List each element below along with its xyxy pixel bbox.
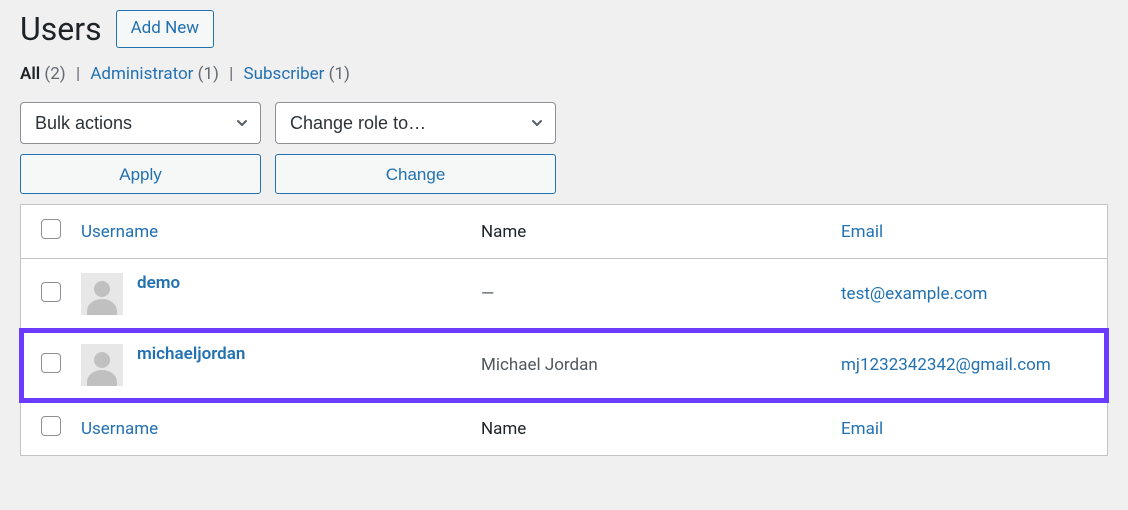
filter-subscriber-count: (1) <box>329 64 350 84</box>
table-row: michaeljordan Michael Jordanmj1232342342@… <box>21 330 1107 401</box>
filter-administrator-count: (1) <box>198 64 219 84</box>
separator: | <box>76 64 80 84</box>
filter-administrator-label: Administrator <box>90 64 193 84</box>
change-button[interactable]: Change <box>275 154 556 194</box>
filter-subscriber-label: Subscriber <box>244 64 325 84</box>
filter-all[interactable]: All (2) <box>20 64 70 84</box>
users-table: Username Name Email demo —test@example.co… <box>20 204 1108 456</box>
filter-links: All (2) | Administrator (1) | Subscriber… <box>20 64 1108 84</box>
apply-button[interactable]: Apply <box>20 154 261 194</box>
col-header-username[interactable]: Username <box>81 205 481 259</box>
avatar <box>81 273 123 315</box>
table-row: demo —test@example.com <box>21 259 1107 330</box>
filter-all-label: All <box>20 64 40 84</box>
col-footer-username[interactable]: Username <box>81 401 481 455</box>
name-cell: — <box>481 259 841 330</box>
add-new-button[interactable]: Add New <box>116 10 214 48</box>
email-cell: mj1232342342@gmail.com <box>841 330 1107 401</box>
avatar <box>81 344 123 386</box>
col-header-email[interactable]: Email <box>841 205 1107 259</box>
email-link[interactable]: test@example.com <box>841 284 987 304</box>
col-footer-email[interactable]: Email <box>841 401 1107 455</box>
col-header-name: Name <box>481 205 841 259</box>
filter-administrator[interactable]: Administrator (1) <box>90 64 223 84</box>
username-cell: michaeljordan <box>81 330 481 401</box>
row-checkbox[interactable] <box>41 282 61 302</box>
page-title: Users <box>20 10 102 48</box>
col-footer-name: Name <box>481 401 841 455</box>
row-checkbox[interactable] <box>41 353 61 373</box>
separator: | <box>229 64 233 84</box>
name-cell: Michael Jordan <box>481 330 841 401</box>
email-cell: test@example.com <box>841 259 1107 330</box>
filter-all-count: (2) <box>44 64 65 84</box>
change-role-select[interactable]: Change role to… <box>275 102 556 144</box>
filter-subscriber[interactable]: Subscriber (1) <box>244 64 350 84</box>
bulk-actions-select[interactable]: Bulk actions <box>20 102 261 144</box>
username-cell: demo <box>81 259 481 330</box>
select-all-checkbox-top[interactable] <box>41 219 61 239</box>
email-link[interactable]: mj1232342342@gmail.com <box>841 355 1051 375</box>
select-all-checkbox-bottom[interactable] <box>41 416 61 436</box>
username-link[interactable]: demo <box>137 273 180 293</box>
username-link[interactable]: michaeljordan <box>137 344 245 364</box>
